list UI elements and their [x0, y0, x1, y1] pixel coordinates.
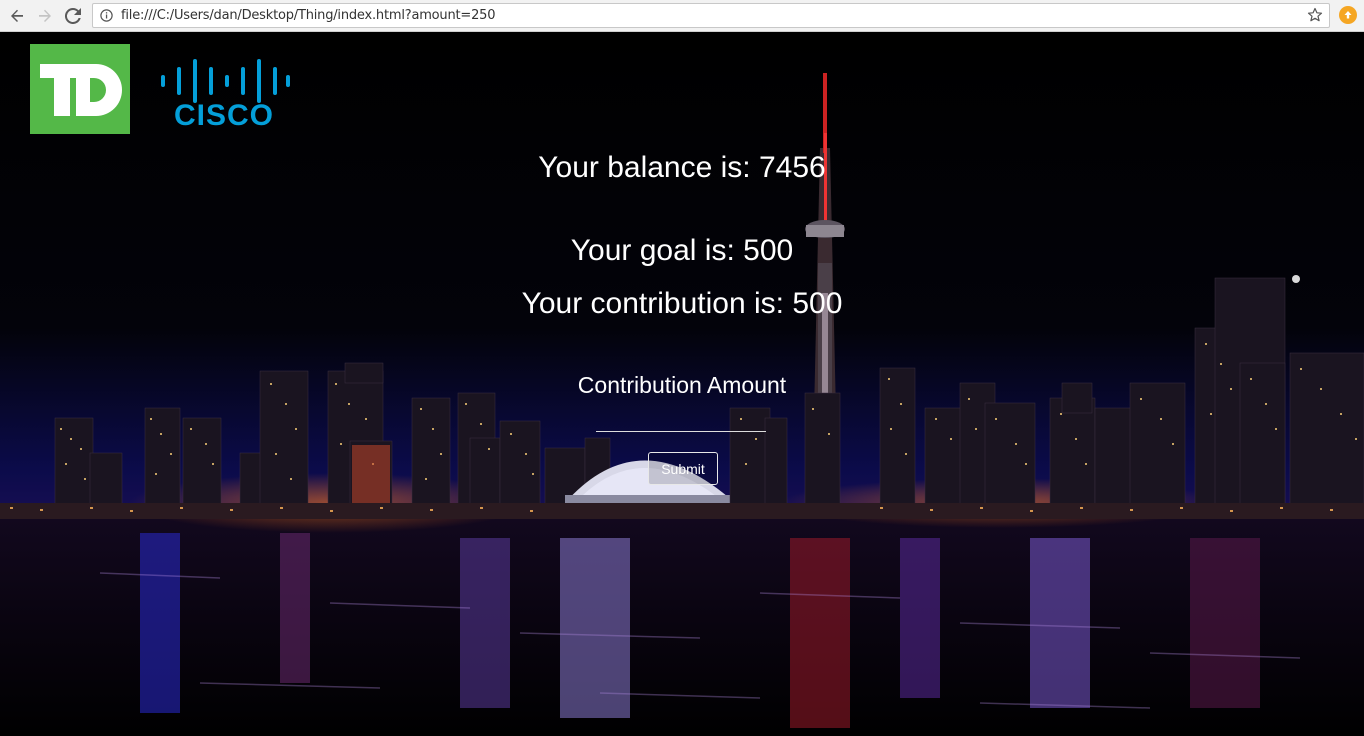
extension-icon[interactable]	[1339, 6, 1357, 24]
url-text[interactable]: file:///C:/Users/dan/Desktop/Thing/index…	[121, 4, 496, 27]
forward-arrow-icon[interactable]	[35, 6, 55, 26]
contribution-amount-input[interactable]	[596, 411, 766, 432]
contribution-text: Your contribution is: 500	[521, 287, 843, 320]
cisco-logo: CISCO	[158, 57, 293, 134]
reload-icon[interactable]	[63, 6, 83, 26]
browser-toolbar: file:///C:/Users/dan/Desktop/Thing/index…	[0, 0, 1364, 32]
svg-text:TD: TD	[30, 44, 32, 45]
page-body: TD CISCO Your balance is: 7456 Your goal…	[0, 33, 1364, 736]
star-icon[interactable]	[1307, 7, 1323, 28]
td-logo: TD	[30, 44, 130, 134]
svg-text:CISCO: CISCO	[174, 99, 274, 129]
goal-text: Your goal is: 500	[570, 234, 794, 267]
info-icon[interactable]	[100, 9, 113, 27]
balance-text: Your balance is: 7456	[538, 151, 826, 184]
address-bar[interactable]: file:///C:/Users/dan/Desktop/Thing/index…	[92, 3, 1330, 28]
submit-button[interactable]: Submit	[648, 452, 718, 485]
contribution-amount-label: Contribution Amount	[577, 372, 787, 398]
back-arrow-icon[interactable]	[7, 6, 27, 26]
